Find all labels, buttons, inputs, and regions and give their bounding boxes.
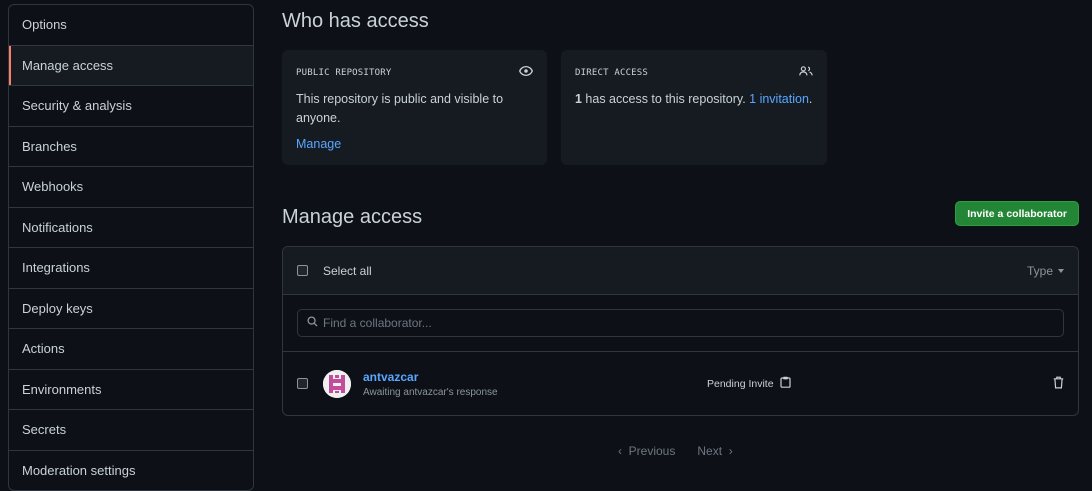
sidebar-item-integrations[interactable]: Integrations [9,248,253,289]
collaborator-row: antvazcar Awaiting antvazcar's response … [283,352,1078,415]
caret-down-icon [1058,268,1064,273]
sidebar-item-moderation-settings[interactable]: Moderation settings [9,451,253,491]
sidebar-item-label: Deploy keys [22,300,93,316]
clipboard-icon[interactable] [779,376,791,391]
sidebar-item-label: Secrets [22,422,67,438]
collaborator-checkbox[interactable] [297,378,308,389]
sidebar-item-label: Integrations [22,260,90,276]
avatar[interactable] [323,369,351,398]
sidebar-item-label: Security & analysis [22,98,132,114]
select-all[interactable]: Select all [297,264,372,278]
manage-access-title: Manage access [282,206,423,228]
collaborator-status: Awaiting antvazcar's response [363,386,498,398]
main-content: Who has access PUBLIC REPOSITORY This re… [282,0,1079,491]
direct-access-suffix: . [808,92,813,106]
sidebar-item-branches[interactable]: Branches [9,127,253,167]
sidebar-item-actions[interactable]: Actions [9,329,253,370]
settings-sidebar: Options Manage access Security & analysi… [8,4,254,491]
people-icon [799,65,813,80]
sidebar-item-label: Options [22,17,67,33]
sidebar-item-environments[interactable]: Environments [9,370,253,410]
collaborators-box: Select all Type Find a collaborator... a… [282,246,1079,416]
sidebar-item-secrets[interactable]: Secrets [9,410,253,451]
direct-access-card: DIRECT ACCESS 1 has access to this repos… [561,50,827,165]
next-page-button[interactable]: Next › [697,444,732,458]
direct-access-body: has access to this repository. [581,92,750,106]
who-has-access-title: Who has access [282,10,429,32]
next-label: Next [697,444,723,458]
select-all-label: Select all [323,263,372,278]
public-repository-card: PUBLIC REPOSITORY This repository is pub… [282,50,547,165]
manage-link[interactable]: Manage [296,137,533,151]
find-collaborator-input[interactable] [323,316,1023,330]
type-filter-label: Type [1026,263,1053,278]
pending-invite: Pending Invite [707,376,791,391]
collaborators-header: Select all Type [283,247,1078,295]
trash-icon[interactable] [1053,376,1064,392]
direct-access-heading: DIRECT ACCESS [575,67,649,78]
invite-collaborator-button[interactable]: Invite a collaborator [955,201,1079,226]
invitation-link[interactable]: 1 invitation [749,92,809,106]
collaborator-info: antvazcar Awaiting antvazcar's response [363,370,498,398]
sidebar-item-notifications[interactable]: Notifications [9,208,253,248]
pagination: ‹ Previous Next › [618,444,733,458]
sidebar-item-options[interactable]: Options [9,5,253,46]
sidebar-item-label: Manage access [22,57,114,73]
search-row [283,295,1078,352]
previous-page-button[interactable]: ‹ Previous [618,444,675,458]
collaborator-username[interactable]: antvazcar [363,370,498,384]
sidebar-item-label: Notifications [22,219,93,235]
public-repository-heading: PUBLIC REPOSITORY [296,67,392,78]
sidebar-item-security-analysis[interactable]: Security & analysis [9,86,253,127]
sidebar-item-label: Branches [22,138,77,154]
public-repository-text: This repository is public and visible to… [296,92,504,125]
previous-label: Previous [628,444,676,458]
sidebar-item-deploy-keys[interactable]: Deploy keys [9,289,253,329]
sidebar-item-label: Environments [22,381,102,397]
sidebar-item-label: Actions [22,341,65,357]
eye-icon [519,65,533,80]
access-count: 1 [575,92,582,106]
sidebar-item-label: Moderation settings [22,463,136,479]
pending-invite-label: Pending Invite [707,377,774,390]
sidebar-item-label: Webhooks [22,179,84,195]
type-filter-dropdown[interactable]: Type [1027,264,1064,278]
direct-access-text: 1 has access to this repository. 1 invit… [575,90,813,109]
select-all-checkbox[interactable] [297,265,308,276]
sidebar-item-manage-access[interactable]: Manage access [9,45,253,86]
search-icon [307,316,318,330]
sidebar-item-webhooks[interactable]: Webhooks [9,167,253,208]
search-field[interactable] [297,309,1064,337]
